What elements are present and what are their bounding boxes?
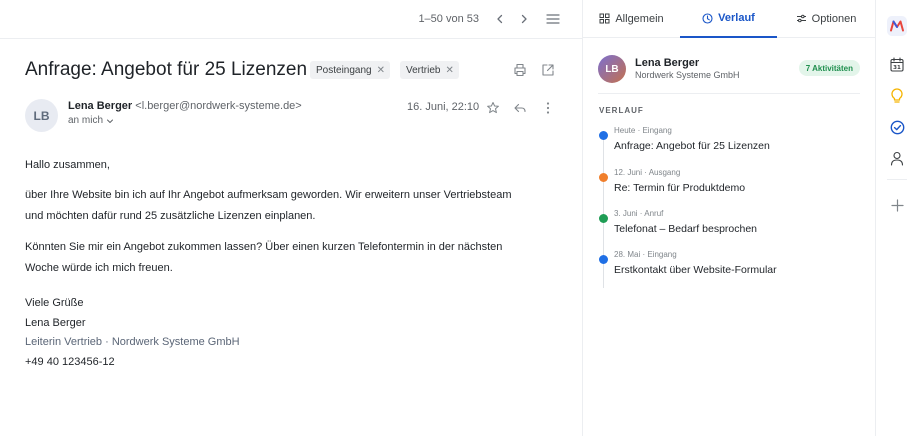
sender-name[interactable]: Lena Berger [68,100,132,112]
timeline-item[interactable]: 12. Juni · Ausgang Re: Termin für Produk… [599,168,859,204]
timeline-meta: 12. Juni · Ausgang [614,168,681,177]
clock-icon [702,12,713,24]
crm-side-panel: Allgemein Verlauf Optionen LB Lena Berge… [583,0,875,436]
signature-closing: Viele Grüße [25,297,84,309]
app-logo-button[interactable] [887,16,907,36]
tab-allgemein[interactable]: Allgemein [583,0,680,37]
reply-icon [514,103,526,113]
message-subject: Anfrage: Angebot für 25 Lizenzen [25,59,308,80]
chevron-right-icon [521,14,527,24]
star-icon [487,102,499,114]
rail-separator [887,179,907,180]
calendar-icon: 31 [890,56,904,72]
timeline-dot-green [599,214,608,223]
timeline-item[interactable]: 28. Mai · Eingang Erstkontakt über Websi… [599,250,859,286]
lightbulb-icon [891,88,903,103]
tasks-button[interactable] [887,117,907,137]
chevron-left-icon [497,14,503,24]
remove-label-icon[interactable]: ✕ [445,65,453,76]
contact-avatar: LB [598,55,626,83]
label-chip-text: Vertrieb [406,64,441,76]
tab-optionen[interactable]: Optionen [777,0,875,37]
body-line: und möchten dafür rund 25 zusätzliche Li… [25,209,316,222]
contact-name: Lena Berger [635,57,700,69]
label-chip-posteingang[interactable]: Posteingang ✕ [310,61,390,79]
grid-icon [599,13,610,24]
timeline-title: Re: Termin für Produktdemo [614,182,746,194]
timeline-title: Erstkontakt über Website-Formular [614,264,777,276]
printer-icon [514,63,526,77]
timeline-dot-orange [599,173,608,182]
timeline-dot-blue [599,131,608,140]
body-greeting: Hallo zusammen, [25,159,110,171]
menu-button[interactable] [543,9,563,29]
timeline-title: Telefonat – Bedarf besprochen [614,223,758,235]
section-heading: VERLAUF [599,106,644,115]
mail-pane: 1–50 von 53 Anfrage: Angebot für 25 Lize… [0,0,582,436]
sender-email: <l.berger@nordwerk-systeme.de> [135,100,302,112]
tab-label: Optionen [811,12,857,25]
sender-row: LB Lena Berger <l.berger@nordwerk-system… [25,99,560,133]
add-addon-button[interactable] [887,195,907,215]
activity-timeline: Heute · Eingang Anfrage: Angebot für 25 … [599,126,859,291]
recipient-toggle[interactable]: an mich [68,115,114,126]
timeline-meta: 3. Juni · Anruf [614,209,664,218]
open-in-new-window-button[interactable] [539,61,557,79]
calendar-button[interactable]: 31 [887,54,907,74]
calendar-day: 31 [893,65,901,71]
signature-phone: +49 40 123456-12 [25,355,115,368]
signature-name: Lena Berger [25,316,86,329]
addon-rail: 31 [876,0,917,436]
tab-label: Allgemein [615,12,664,25]
more-options-button[interactable] [539,99,557,117]
external-link-icon [542,64,554,76]
timeline-meta: Heute · Eingang [614,126,672,135]
tab-label: Verlauf [718,12,755,24]
sender-avatar: LB [25,99,58,132]
contact-company: Nordwerk Systeme GmbH [635,70,740,80]
contacts-button[interactable] [887,148,907,168]
sliders-icon [796,14,806,23]
timeline-item[interactable]: Heute · Eingang Anfrage: Angebot für 25 … [599,126,859,162]
message-date: 16. Juni, 22:10 [407,101,480,113]
more-vertical-icon [546,102,550,114]
sender-line: Lena Berger <l.berger@nordwerk-systeme.d… [68,100,302,112]
activity-count-badge: 7 Aktivitäten [798,60,860,76]
add-icon [890,198,904,212]
recipient-text: an mich [68,115,104,126]
panel-tabs: Allgemein Verlauf Optionen [583,0,875,38]
previous-page-button[interactable] [490,9,510,29]
signature-role: Leiterin Vertrieb · Nordwerk Systeme Gmb… [25,336,240,348]
signature: Viele Grüße Lena Berger Leiterin Vertrie… [25,294,240,372]
contacts-icon [890,151,904,166]
timeline-dot-blue [599,255,608,264]
label-chip-vertrieb[interactable]: Vertrieb ✕ [400,61,459,79]
label-chip-text: Posteingang [316,64,372,76]
body-paragraph-2: Könnten Sie mir ein Angebot zukommen las… [25,237,502,278]
ideas-button[interactable] [887,86,907,106]
star-button[interactable] [484,99,502,117]
timeline-item[interactable]: 3. Juni · Anruf Telefonat – Bedarf bespr… [599,209,859,245]
remove-label-icon[interactable]: ✕ [377,65,385,76]
timeline-meta: 28. Mai · Eingang [614,250,677,259]
body-line: Woche würde ich mich freuen. [25,261,173,274]
reply-button[interactable] [511,99,529,117]
body-paragraph-1: über Ihre Website bin ich auf Ihr Angebo… [25,185,511,226]
contact-card[interactable]: LB Lena Berger Nordwerk Systeme GmbH 7 A… [598,54,860,94]
tab-verlauf[interactable]: Verlauf [680,0,777,38]
tasks-check-icon [890,120,904,134]
next-page-button[interactable] [514,9,534,29]
hamburger-icon [546,14,560,24]
body-line: über Ihre Website bin ich auf Ihr Angebo… [25,189,512,201]
body-line: Könnten Sie mir ein Angebot zukommen las… [25,241,503,253]
chevron-down-icon [107,119,114,123]
pager-text: 1–50 von 53 [418,13,479,25]
print-button[interactable] [511,61,529,79]
mail-toolbar: 1–50 von 53 [0,0,582,39]
timeline-title: Anfrage: Angebot für 25 Lizenzen [614,140,770,152]
subject-row: Anfrage: Angebot für 25 Lizenzen Postein… [25,59,560,83]
app-logo-icon [887,16,907,36]
